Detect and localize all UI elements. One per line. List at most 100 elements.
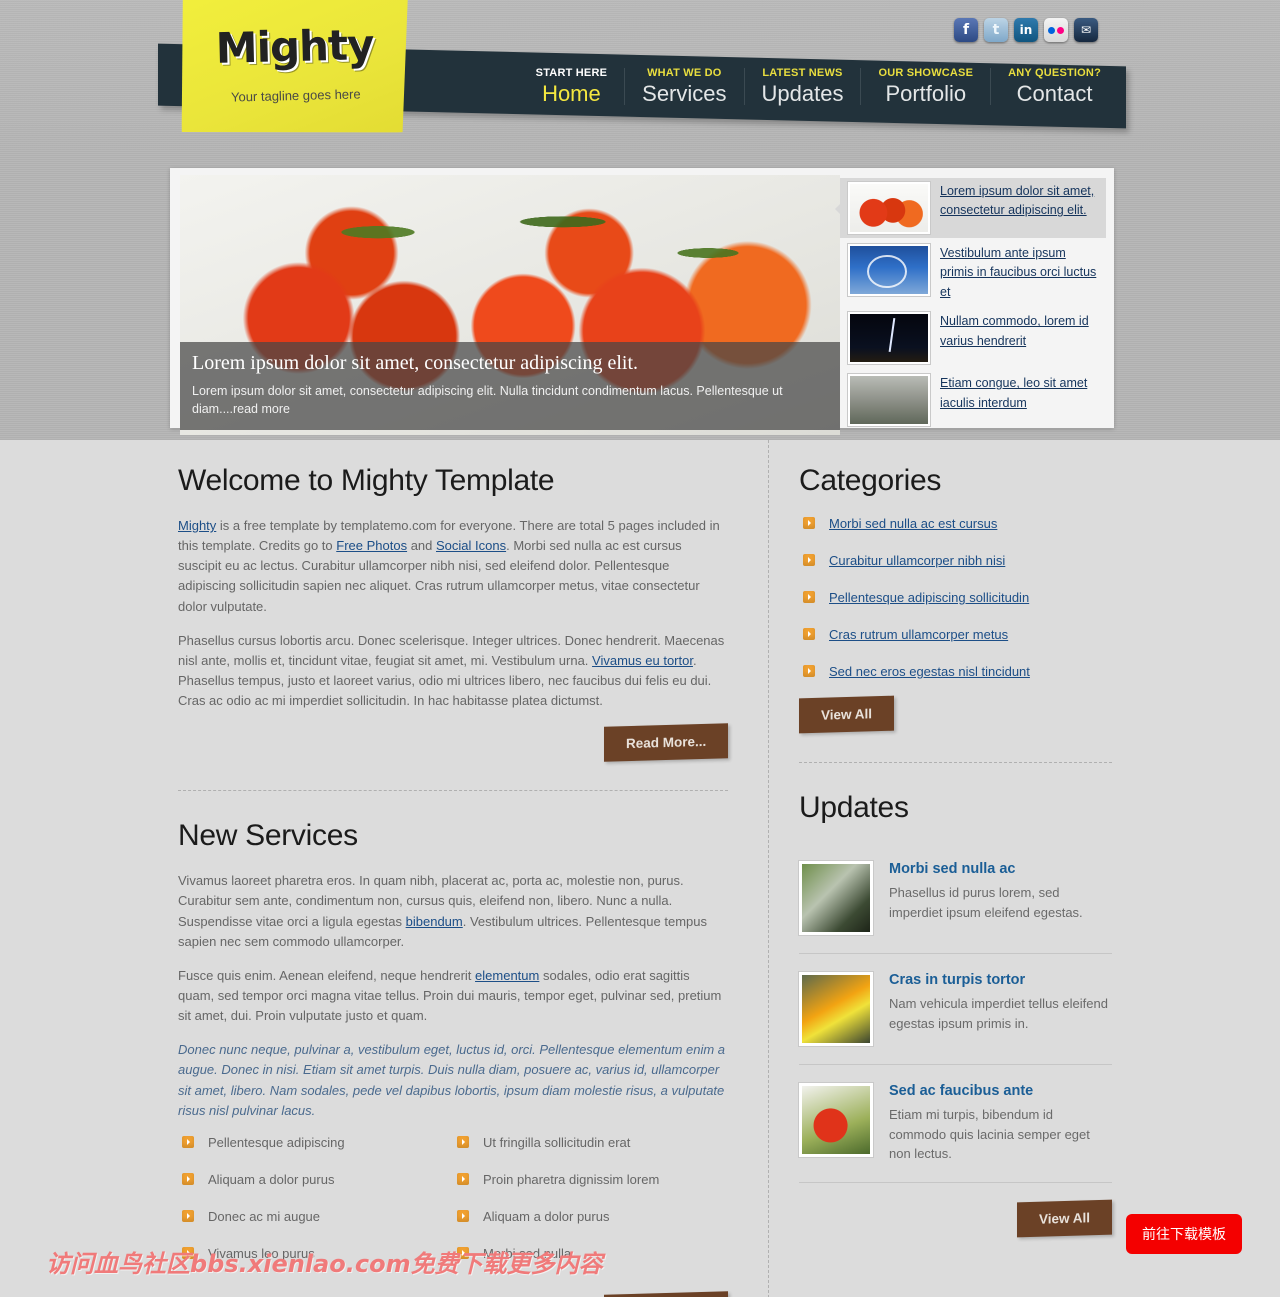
nav-home-label: Home [542,80,601,106]
update-body: Sed ac faucibus ante Etiam mi turpis, bi… [889,1083,1112,1164]
update-text: Nam vehicula imperdiet tellus eleifend e… [889,996,1108,1031]
facebook-glyph: f [962,22,970,38]
nav-contact-label: Contact [1016,80,1093,106]
nav-services-label: Services [642,80,727,106]
updates-button-row: View All [799,1199,1112,1237]
categories-title: Categories [799,464,942,497]
nav-portfolio-label: Portfolio [885,80,967,106]
list-item[interactable]: Proin pharetra dignissim lorem [453,1172,728,1209]
services-button-row: Read More... [178,1291,728,1297]
bibendum-link[interactable]: bibendum [406,914,463,929]
download-template-button[interactable]: 前往下载模板 [1126,1214,1242,1254]
mighty-link[interactable]: Mighty [178,518,216,533]
thumbnail-lightning-image [848,312,930,365]
list-item: Curabitur ullamcorper nibh nisi [799,553,1112,590]
welcome-p1-text-d: and [407,538,436,554]
services-p2-text-a: Fusce quis enim. Aenean eleifend, neque … [178,967,476,983]
list-item: Pellentesque adipiscing sollicitudin [799,590,1112,627]
categories-view-all-button[interactable]: View All [799,695,895,734]
update-entry[interactable]: Cras in turpis tortor Nam vehicula imper… [799,954,1112,1065]
slider-list-item-label: Lorem ipsum dolor sit amet, consectetur … [940,184,1095,218]
welcome-paragraph-2: Phasellus cursus lobortis arcu. Donec sc… [178,631,728,712]
nav-item-updates[interactable]: LATEST NEWS Updates [743,66,861,106]
update-body: Morbi sed nulla ac Phasellus id purus lo… [889,861,1112,935]
services-paragraph-1: Vivamus laoreet pharetra eros. In quam n… [178,871,728,952]
category-link[interactable]: Pellentesque adipiscing sollicitudin [829,590,1029,605]
list-item: Sed nec eros egestas nisl tincidunt [799,664,1112,701]
update-title: Sed ac faucibus ante [889,1083,1034,1099]
linkedin-icon[interactable]: in [1014,18,1038,42]
flickr-dot-pink [1057,27,1064,34]
welcome-paragraph-1: Mighty is a free template by templatemo.… [178,516,728,617]
slider-list-item-label: Nullam commodo, lorem id varius hendreri… [940,314,1089,348]
logo-tagline: Your tagline goes here [230,86,361,105]
nav-item-portfolio[interactable]: OUR SHOWCASE Portfolio [860,66,991,106]
nav-updates-eyebrow: LATEST NEWS [762,66,843,79]
services-read-more-button[interactable]: Read More... [603,1291,728,1297]
sidebar-column: Categories Morbi sed nulla ac est cursus… [768,440,1112,1297]
services-title: New Services [178,819,358,853]
category-link[interactable]: Cras rutrum ullamcorper metus [829,627,1008,642]
slider-main-image[interactable]: Lorem ipsum dolor sit amet, consectetur … [180,175,840,435]
site-logo[interactable]: Mighty Your tagline goes here [178,0,411,138]
linkedin-glyph: in [1019,23,1033,37]
slider-thumbnail-list: Lorem ipsum dolor sit amet, consectetur … [835,168,1114,430]
logo-title: Mighty [215,20,374,73]
list-item[interactable]: Donec ac mi augue [178,1209,453,1246]
nav-contact-eyebrow: ANY QUESTION? [1008,66,1101,79]
slider-list-item-label: Vestibulum ante ipsum primis in faucibus… [940,246,1097,299]
category-link[interactable]: Curabitur ullamcorper nibh nisi [829,553,1005,568]
list-item: Cras rutrum ullamcorper metus [799,627,1112,664]
slider-list-item[interactable]: Nullam commodo, lorem id varius hendreri… [840,308,1106,368]
thumbnail-rushmore-image [848,374,930,427]
category-link[interactable]: Morbi sed nulla ac est cursus [829,516,997,531]
elementum-link[interactable]: elementum [475,968,539,983]
social-icons-link[interactable]: Social Icons [436,538,506,553]
nav-item-contact[interactable]: ANY QUESTION? Contact [990,66,1118,106]
sidebar-divider [799,762,1112,763]
free-photos-link[interactable]: Free Photos [336,538,407,553]
facebook-icon[interactable]: f [954,18,978,42]
nav-item-services[interactable]: WHAT WE DO Services [624,67,744,106]
services-paragraph-3: Donec nunc neque, pulvinar a, vestibulum… [178,1042,726,1118]
nav-item-home[interactable]: START HERE Home [519,66,624,106]
update-body: Cras in turpis tortor Nam vehicula imper… [889,972,1112,1046]
nav-home-eyebrow: START HERE [535,66,608,79]
update-entry[interactable]: Sed ac faucibus ante Etiam mi turpis, bi… [799,1065,1112,1183]
nav-updates-label: Updates [761,80,844,106]
nav-portfolio-eyebrow: OUR SHOWCASE [878,66,974,79]
myspace-icon[interactable]: ✉ [1074,18,1098,42]
update-text: Phasellus id purus lorem, sed imperdiet … [889,885,1083,920]
list-item[interactable]: Ut fringilla sollicitudin erat [453,1135,728,1172]
update-thumbnail-tomato [799,1083,873,1157]
list-item[interactable]: Aliquam a dolor purus [178,1172,453,1209]
myspace-glyph: ✉ [1080,23,1092,37]
welcome-read-more-button[interactable]: Read More... [603,723,728,763]
slider-caption: Lorem ipsum dolor sit amet, consectetur … [180,341,840,430]
slider-list-item[interactable]: Etiam congue, leo sit amet iaculis inter… [840,370,1106,430]
welcome-title: Welcome to Mighty Template [178,464,555,497]
update-entry[interactable]: Morbi sed nulla ac Phasellus id purus lo… [799,843,1112,954]
update-text: Etiam mi turpis, bibendum id commodo qui… [889,1107,1090,1161]
update-thumbnail-parrot [799,972,873,1046]
list-item[interactable]: Pellentesque adipiscing [178,1135,453,1172]
thumbnail-eclipse-image [848,244,930,296]
vivamus-eu-tortor-link[interactable]: Vivamus eu tortor [592,653,693,668]
slider-list-item[interactable]: Vestibulum ante ipsum primis in faucibus… [840,240,1106,306]
twitter-icon[interactable]: t [984,18,1008,42]
updates-view-all-button[interactable]: View All [1016,1199,1112,1237]
list-item[interactable]: Aliquam a dolor purus [453,1209,728,1246]
flickr-dot-blue [1048,27,1055,34]
slider-caption-text: Lorem ipsum dolor sit amet, consectetur … [192,383,783,416]
slider-list-item-label: Etiam congue, leo sit amet iaculis inter… [940,376,1088,410]
services-paragraph-2: Fusce quis enim. Aenean eleifend, neque … [178,966,728,1026]
welcome-button-row: Read More... [178,723,728,763]
thumbnail-tomatoes-image [848,182,930,234]
site-header: f t in ✉ START HERE Home WHAT WE DO Serv… [0,0,1280,150]
slider-list-item[interactable]: Lorem ipsum dolor sit amet, consectetur … [835,178,1106,238]
category-link[interactable]: Sed nec eros egestas nisl tincidunt [829,664,1030,679]
flickr-icon[interactable] [1044,18,1068,42]
site-watermark: 访问血鸟社区bbs.xienlao.com免费下载更多内容 [46,1250,603,1278]
section-divider [178,790,728,792]
main-content: Welcome to Mighty Template Mighty is a f… [0,440,1280,1297]
